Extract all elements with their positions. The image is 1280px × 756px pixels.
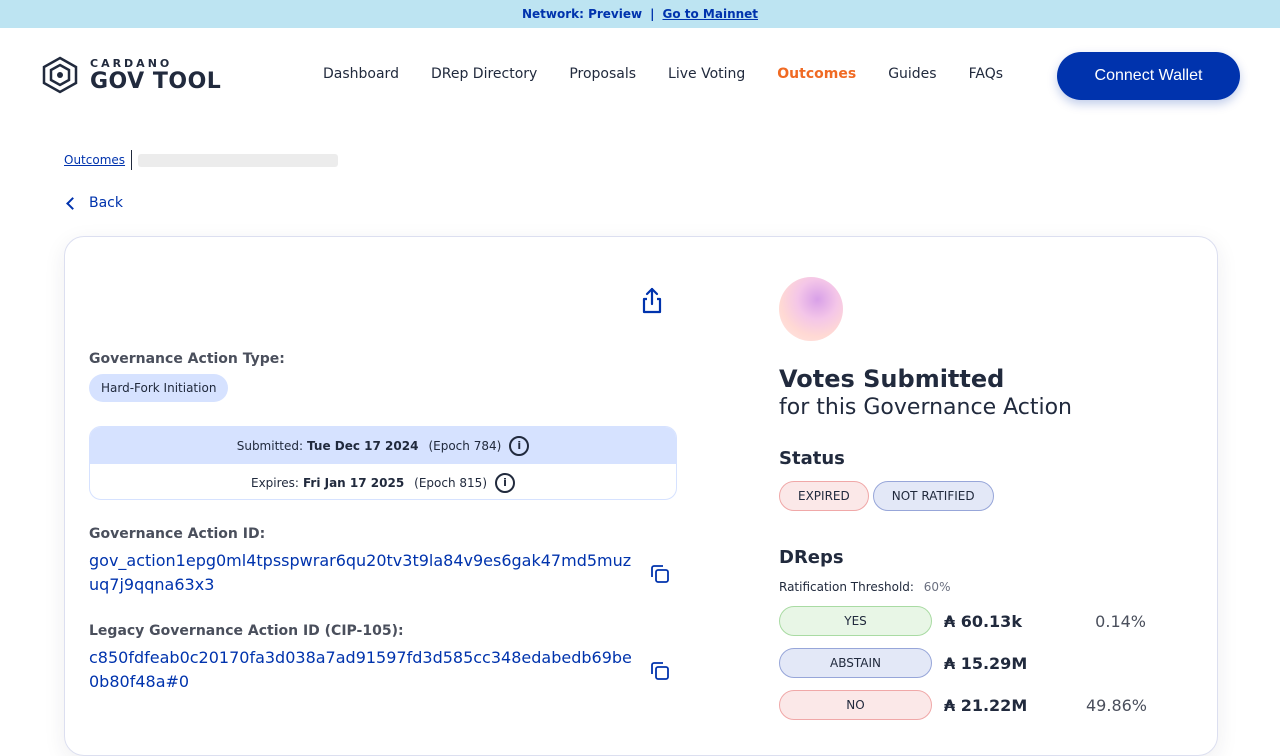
- breadcrumb-loading-placeholder: [138, 153, 339, 167]
- action-id-value: gov_action1epg0ml4tpsspwrar6qu20tv3t9la8…: [89, 551, 632, 594]
- action-type-label: Governance Action Type:: [89, 351, 285, 367]
- back-label: Back: [89, 195, 123, 211]
- nav-dashboard[interactable]: Dashboard: [323, 66, 399, 82]
- submitted-epoch: (Epoch 784): [428, 438, 502, 453]
- vote-row-abstain: ABSTAIN ₳ 15.29M: [779, 648, 1179, 678]
- network-label: Network: Preview: [521, 7, 643, 21]
- nav-guides[interactable]: Guides: [888, 66, 936, 82]
- vote-amount-yes: ₳ 60.13k: [944, 611, 1022, 631]
- chevron-left-icon: [66, 196, 79, 210]
- gov-tool-logo[interactable]: CARDANO GOV TOOL: [40, 56, 221, 94]
- breadcrumb: Outcomes: [64, 150, 339, 170]
- expires-row: Expires: Fri Jan 17 2025 (Epoch 815) i: [90, 464, 676, 499]
- action-type-chip: Hard-Fork Initiation: [89, 374, 229, 402]
- info-icon[interactable]: i: [495, 472, 515, 493]
- status-badges: EXPIRED NOT RATIFIED: [779, 481, 1179, 511]
- connect-wallet-button[interactable]: Connect Wallet: [1057, 52, 1240, 100]
- nav-proposals[interactable]: Proposals: [569, 66, 636, 82]
- breadcrumb-divider: [131, 150, 133, 170]
- vote-pill-no: NO: [779, 690, 932, 720]
- ratification-threshold: Ratification Threshold: 60%: [779, 580, 1179, 594]
- threshold-value: 60%: [923, 580, 951, 594]
- vote-row-no: NO ₳ 21.22M 49.86%: [779, 690, 1179, 720]
- main-nav: Dashboard DRep Directory Proposals Live …: [323, 66, 1035, 82]
- nav-live-voting[interactable]: Live Voting: [668, 66, 745, 82]
- vote-pill-yes: YES: [779, 606, 932, 636]
- votes-title: Votes Submitted: [779, 365, 1005, 393]
- status-badge-not-ratified: NOT RATIFIED: [872, 481, 994, 511]
- action-dates-box: Submitted: Tue Dec 17 2024 (Epoch 784) i…: [89, 426, 677, 500]
- breadcrumb-outcomes-link[interactable]: Outcomes: [64, 153, 125, 167]
- vote-pct-yes: 0.14%: [1095, 611, 1146, 631]
- vote-amount-abstain: ₳ 15.29M: [944, 653, 1028, 673]
- share-icon[interactable]: [640, 287, 664, 315]
- status-badge-expired: EXPIRED: [779, 481, 869, 511]
- submitted-date: Tue Dec 17 2024: [307, 438, 419, 453]
- submitted-prefix: Submitted:: [236, 438, 304, 453]
- vote-pill-abstain: ABSTAIN: [779, 648, 932, 678]
- legacy-action-id-value: c850fdfeab0c20170fa3d038a7ad91597fd3d585…: [89, 648, 632, 691]
- expires-prefix: Expires:: [250, 475, 299, 490]
- back-button[interactable]: Back: [66, 195, 123, 211]
- network-banner: Network: Preview | Go to Mainnet: [0, 0, 1280, 28]
- logo-small-text: CARDANO: [90, 56, 173, 70]
- threshold-label: Ratification Threshold:: [779, 580, 914, 594]
- copy-icon[interactable]: [650, 564, 670, 584]
- go-to-mainnet-link[interactable]: Go to Mainnet: [662, 7, 758, 21]
- governance-action-card: Governance Action Type: Hard-Fork Initia…: [64, 236, 1218, 756]
- dreps-title: DReps: [779, 547, 844, 568]
- info-icon[interactable]: i: [509, 435, 530, 456]
- copy-icon[interactable]: [650, 661, 670, 681]
- submitted-row: Submitted: Tue Dec 17 2024 (Epoch 784) i: [90, 427, 676, 464]
- nav-outcomes[interactable]: Outcomes: [777, 66, 856, 82]
- expires-epoch: (Epoch 815): [414, 475, 487, 490]
- legacy-action-id-label: Legacy Governance Action ID (CIP-105):: [89, 623, 404, 639]
- vote-row-yes: YES ₳ 60.13k 0.14%: [779, 606, 1179, 636]
- banner-separator: |: [650, 7, 655, 21]
- votes-illustration: [779, 277, 843, 341]
- vote-pct-no: 49.86%: [1086, 695, 1148, 715]
- logo-big-text: GOV TOOL: [90, 68, 222, 94]
- action-id-label: Governance Action ID:: [89, 526, 266, 542]
- cardano-hex-logo-icon: [42, 56, 78, 94]
- votes-panel: Votes Submitted for this Governance Acti…: [779, 277, 1179, 720]
- nav-faqs[interactable]: FAQs: [969, 66, 1003, 82]
- vote-amount-no: ₳ 21.22M: [944, 695, 1028, 715]
- votes-subtitle: for this Governance Action: [779, 395, 1072, 420]
- status-title: Status: [779, 448, 845, 469]
- nav-drep-directory[interactable]: DRep Directory: [431, 66, 537, 82]
- site-header: CARDANO GOV TOOL Dashboard DRep Director…: [0, 28, 1280, 124]
- expires-date: Fri Jan 17 2025: [302, 475, 405, 490]
